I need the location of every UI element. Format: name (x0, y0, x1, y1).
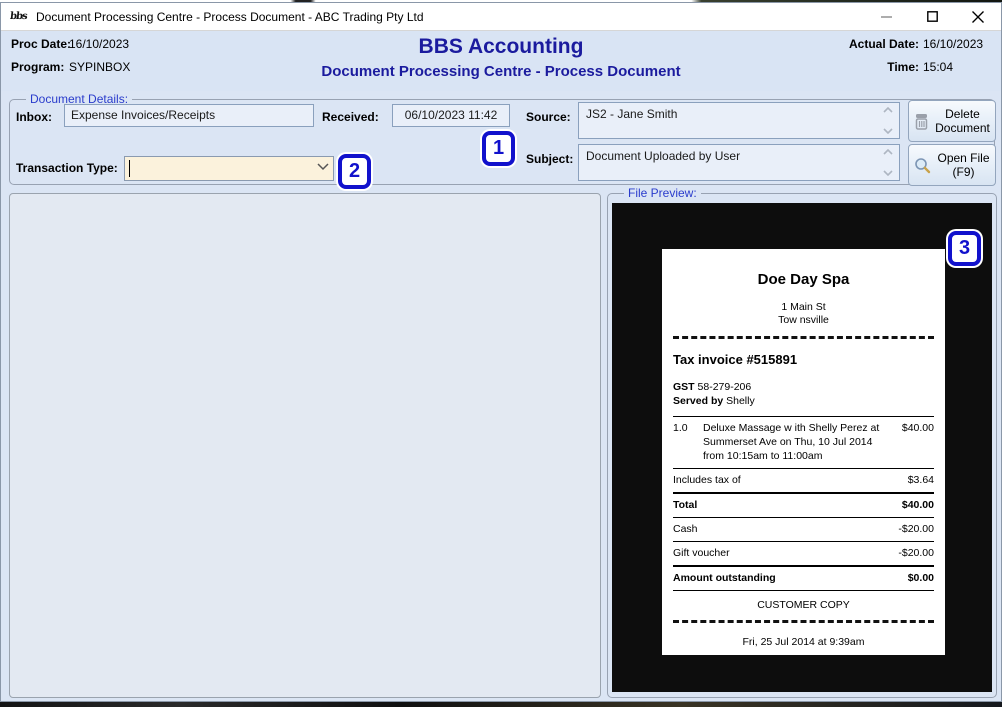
receipt-customer-copy: CUSTOMER COPY (673, 590, 934, 620)
annotation-badge-2: 2 (338, 154, 371, 189)
bbs-logo-icon: bbs (9, 9, 29, 25)
file-preview-group-label: File Preview: (624, 186, 701, 200)
receipt-dashed-divider (673, 336, 934, 339)
window-title: Document Processing Centre - Process Doc… (36, 10, 424, 24)
source-scrollbar[interactable] (879, 105, 897, 136)
subject-field[interactable]: Document Uploaded by User (578, 144, 900, 181)
header-band: Proc Date: 16/10/2023 Program: SYPINBOX … (1, 31, 1001, 91)
annotation-badge-3: 3 (948, 231, 981, 266)
app-subtitle: Document Processing Centre - Process Doc… (1, 63, 1001, 80)
transaction-type-label: Transaction Type: (16, 161, 118, 175)
item-description: Deluxe Massage w ith Shelly Perez at Sum… (703, 421, 890, 463)
app-window: bbs Document Processing Centre - Process… (0, 0, 1002, 707)
receipt-invoice-title: Tax invoice #515891 (673, 352, 934, 367)
receipt-address-line2: Tow nsville (673, 314, 934, 327)
receipt-served-by-line: Served by Shelly (673, 394, 934, 408)
time-value: 15:04 (923, 60, 993, 74)
maximize-icon (927, 11, 938, 22)
open-file-button[interactable]: Open File (F9) (908, 144, 996, 186)
desktop-bottom-sliver (0, 702, 1002, 707)
file-preview-canvas: 3 Doe Day Spa 1 Main St Tow nsville Tax … (612, 203, 992, 692)
titlebar: bbs Document Processing Centre - Process… (1, 3, 1001, 31)
chevron-up-icon[interactable] (883, 149, 893, 155)
trash-icon (914, 113, 929, 130)
source-label: Source: (526, 110, 571, 124)
source-field[interactable]: JS2 - Jane Smith (578, 102, 900, 139)
text-caret (129, 160, 130, 177)
time-label: Time: (887, 60, 919, 74)
document-details-group: Document Details: Inbox: Expense Invoice… (9, 99, 995, 185)
receipt-address-line1: 1 Main St (673, 301, 934, 314)
transaction-type-combobox[interactable] (124, 156, 334, 181)
annotation-badge-1: 1 (482, 131, 515, 166)
subject-scrollbar[interactable] (879, 147, 897, 178)
chevron-down-icon[interactable] (317, 163, 329, 171)
minimize-button[interactable] (863, 3, 909, 31)
document-work-area (9, 193, 601, 698)
receipt-row-total: Total $40.00 (673, 492, 934, 517)
close-button[interactable] (955, 3, 1001, 31)
close-icon (972, 11, 984, 23)
receipt-store-name: Doe Day Spa (673, 271, 934, 288)
subject-text: Document Uploaded by User (586, 149, 873, 163)
delete-document-button[interactable]: Delete Document (908, 100, 996, 142)
minimize-icon (881, 11, 892, 22)
chevron-down-icon[interactable] (883, 128, 893, 134)
chevron-down-icon[interactable] (883, 170, 893, 176)
receipt-preview: Doe Day Spa 1 Main St Tow nsville Tax in… (662, 249, 945, 655)
delete-button-label-line1: Delete (945, 107, 980, 121)
inbox-label: Inbox: (16, 110, 52, 124)
maximize-button[interactable] (909, 3, 955, 31)
delete-button-label-line2: Document (935, 121, 990, 135)
item-qty: 1.0 (673, 421, 703, 463)
window-frame: bbs Document Processing Centre - Process… (0, 2, 1002, 702)
open-button-label-line1: Open File (937, 151, 989, 165)
inbox-field[interactable]: Expense Invoices/Receipts (64, 104, 314, 127)
receipt-row-amount-outstanding: Amount outstanding $0.00 (673, 565, 934, 590)
receipt-line-item: 1.0 Deluxe Massage w ith Shelly Perez at… (673, 416, 934, 468)
magnifier-icon (914, 157, 931, 174)
source-text: JS2 - Jane Smith (586, 107, 873, 121)
receipt-row-gift-voucher: Gift voucher -$20.00 (673, 541, 934, 565)
subject-label: Subject: (526, 152, 573, 166)
receipt-gst-line: GST 58-279-206 (673, 380, 934, 394)
received-field[interactable]: 06/10/2023 11:42 (392, 104, 510, 127)
received-label: Received: (322, 110, 379, 124)
receipt-dashed-divider (673, 620, 934, 623)
item-price: $40.00 (890, 421, 934, 463)
receipt-row-cash: Cash -$20.00 (673, 517, 934, 541)
receipt-row-tax: Includes tax of $3.64 (673, 468, 934, 492)
open-button-label-line2: (F9) (953, 165, 975, 179)
file-preview-group: File Preview: 3 Doe Day Spa 1 Main St To… (607, 193, 997, 698)
actual-date-value: 16/10/2023 (923, 37, 993, 51)
chevron-up-icon[interactable] (883, 107, 893, 113)
receipt-footer-date: Fri, 25 Jul 2014 at 9:39am (673, 636, 934, 648)
actual-date-label: Actual Date: (849, 37, 919, 51)
